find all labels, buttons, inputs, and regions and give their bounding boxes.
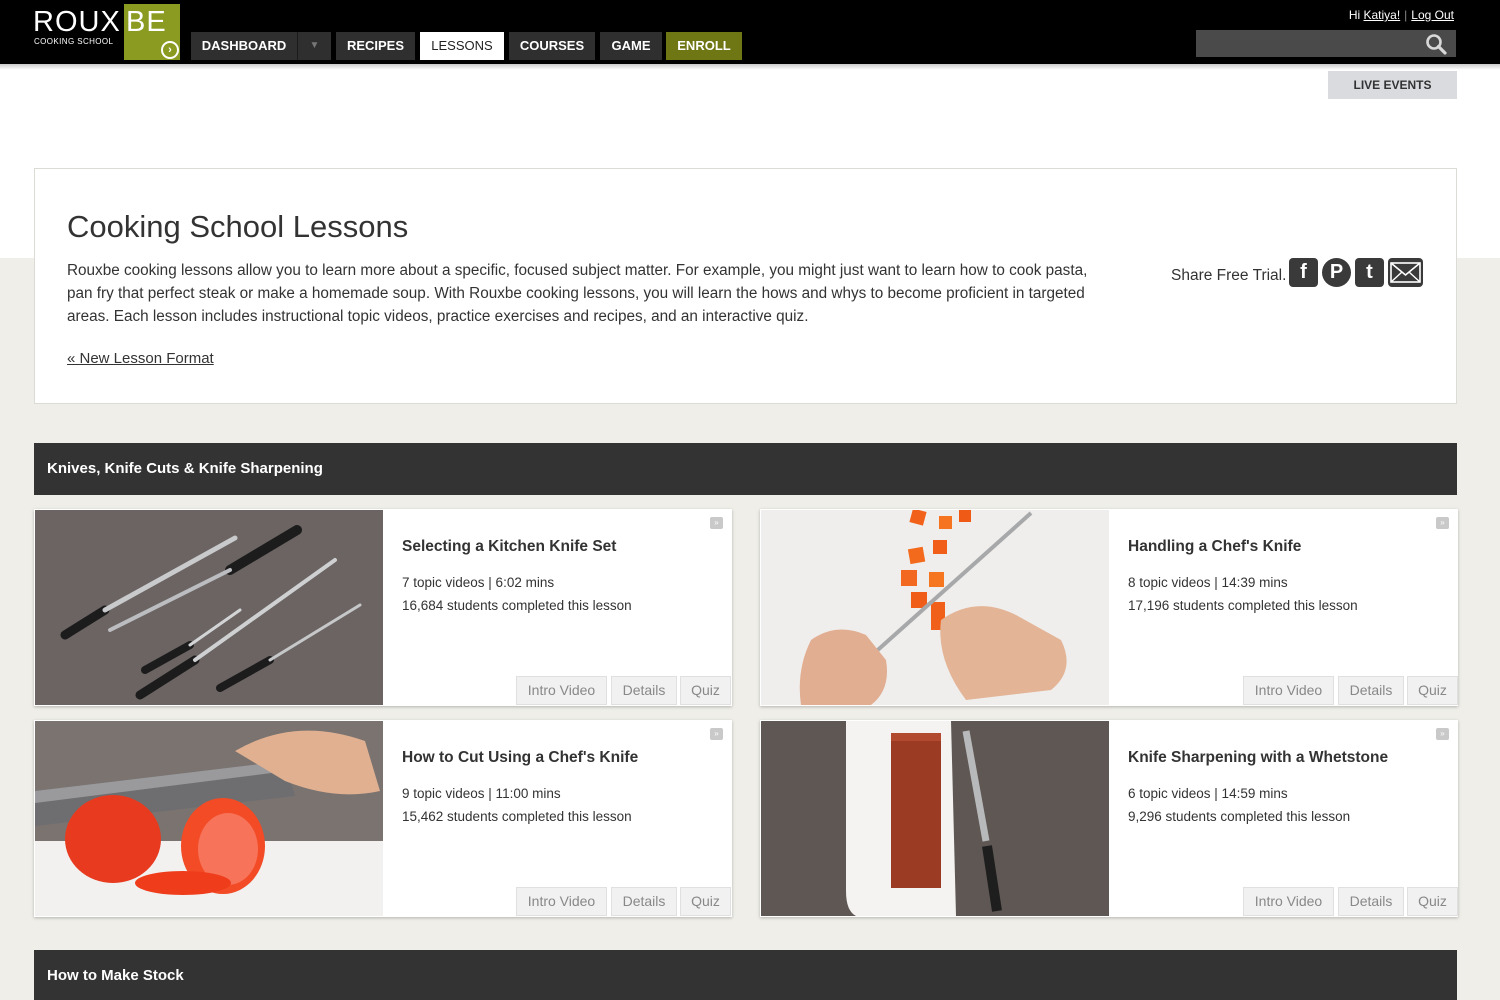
intro-video-button[interactable]: Intro Video [1243,676,1334,705]
lesson-meta: 6 topic videos | 14:59 mins [1128,786,1288,801]
intro-video-button[interactable]: Intro Video [516,676,607,705]
logout-link[interactable]: Log Out [1411,8,1454,22]
lesson-students: 15,462 students completed this lesson [402,809,632,824]
logo-subtitle: COOKING SCHOOL [34,37,114,46]
user-links: Hi Katiya! | Log Out [1349,8,1454,22]
lesson-thumbnail[interactable] [761,721,1109,916]
user-name-link[interactable]: Katiya! [1363,8,1400,22]
intro-video-button[interactable]: Intro Video [1243,887,1334,916]
lesson-title[interactable]: Selecting a Kitchen Knife Set [402,538,616,556]
search-input[interactable] [1196,30,1456,57]
nav-dashboard[interactable]: DASHBOARD [191,32,297,60]
lesson-meta: 9 topic videos | 11:00 mins [402,786,561,801]
lesson-students: 9,296 students completed this lesson [1128,809,1351,824]
expand-icon[interactable]: » [710,728,723,740]
user-links-separator: | [1404,8,1408,22]
lesson-card[interactable]: » Selecting a Kitchen Knife Set 7 topic … [34,509,732,706]
lesson-students: 17,196 students completed this lesson [1128,598,1358,613]
email-icon[interactable] [1388,258,1423,287]
new-lesson-format-link[interactable]: « New Lesson Format [67,350,214,367]
details-button[interactable]: Details [1338,887,1404,916]
lesson-meta: 7 topic videos | 6:02 mins [402,575,555,590]
facebook-icon[interactable]: f [1289,258,1318,287]
expand-icon[interactable]: » [1436,517,1449,529]
logo-arrow-icon: › [161,41,179,59]
quiz-button[interactable]: Quiz [1407,887,1458,916]
chevron-down-icon[interactable]: ▼ [297,32,331,60]
quiz-button[interactable]: Quiz [680,887,731,916]
nav-courses[interactable]: COURSES [509,32,595,60]
section-header-knives[interactable]: Knives, Knife Cuts & Knife Sharpening [34,443,1457,495]
intro-video-button[interactable]: Intro Video [516,887,607,916]
search-icon[interactable] [1425,33,1447,55]
logo-wordmark-suffix: BE [126,6,167,38]
details-button[interactable]: Details [611,676,677,705]
lesson-card[interactable]: » How to Cut Using a Chef's Knife 9 topi… [34,720,732,917]
lesson-card[interactable]: » Knife Sharpening with a Whetstone 6 to… [760,720,1458,917]
live-events-button[interactable]: LIVE EVENTS [1328,71,1457,99]
nav-lessons[interactable]: LESSONS [420,32,504,60]
greeting-text: Hi [1348,8,1364,22]
lesson-title[interactable]: Knife Sharpening with a Whetstone [1128,749,1388,767]
page-title: Cooking School Lessons [67,209,409,244]
expand-icon[interactable]: » [710,517,723,529]
logo-wordmark: ROUX [33,6,121,38]
expand-icon[interactable]: » [1436,728,1449,740]
lesson-thumbnail[interactable] [35,721,383,916]
intro-description: Rouxbe cooking lessons allow you to lear… [67,262,1088,325]
lesson-students: 16,684 students completed this lesson [402,598,632,613]
lesson-card[interactable]: » Handling a Chef's Knife 8 topic videos… [760,509,1458,706]
nav-recipes[interactable]: RECIPES [336,32,415,60]
nav-enroll[interactable]: ENROLL [666,32,742,60]
pinterest-icon[interactable]: P [1322,258,1351,287]
details-button[interactable]: Details [1338,676,1404,705]
lesson-thumbnail[interactable] [761,510,1109,705]
logo-badge: BE › [124,4,180,60]
lesson-title[interactable]: How to Cut Using a Chef's Knife [402,749,638,767]
details-button[interactable]: Details [611,887,677,916]
twitter-icon[interactable]: t [1355,258,1384,287]
nav-game[interactable]: GAME [600,32,662,60]
intro-card: Cooking School Lessons Rouxbe cooking le… [34,168,1457,404]
lesson-title[interactable]: Handling a Chef's Knife [1128,538,1301,556]
section-header-stock[interactable]: How to Make Stock [34,950,1457,1000]
quiz-button[interactable]: Quiz [680,676,731,705]
lesson-thumbnail[interactable] [35,510,383,705]
lesson-meta: 8 topic videos | 14:39 mins [1128,575,1288,590]
quiz-button[interactable]: Quiz [1407,676,1458,705]
share-free-trial-label: Share Free Trial. [1171,267,1287,284]
